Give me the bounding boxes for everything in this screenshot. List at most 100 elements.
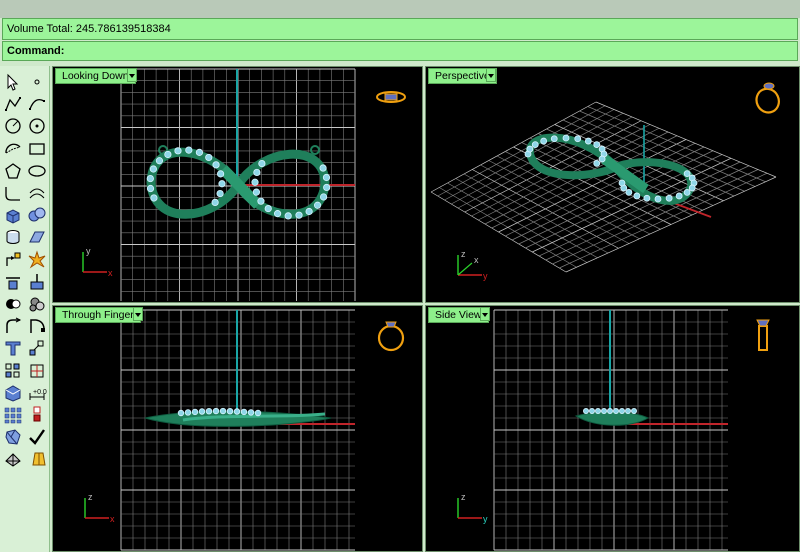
viewport-title-looking-down[interactable]: Looking Down <box>55 68 136 84</box>
check-icon <box>29 429 45 446</box>
chamfer-tool-button[interactable] <box>26 315 48 337</box>
ring-perspective-icon <box>755 82 780 114</box>
transform-tool-button[interactable] <box>2 249 24 271</box>
rectangle-icon <box>29 142 45 155</box>
box-tool-button[interactable] <box>2 204 24 226</box>
axis-label-depth: x <box>474 255 479 265</box>
trim-tool-button[interactable] <box>2 271 24 293</box>
text-tool-button[interactable] <box>2 337 24 359</box>
viewport-menu-dropdown[interactable] <box>133 307 143 321</box>
tool-palette: +0.0 <box>0 66 50 552</box>
gem-icon <box>5 429 21 445</box>
trim-icon <box>6 277 20 290</box>
polygon-tool-button[interactable] <box>2 160 24 182</box>
rectangle-tool-button[interactable] <box>26 138 48 160</box>
axis-label-horizontal: x <box>108 268 113 278</box>
arc-icon <box>5 143 21 154</box>
perspective-scene: z yx <box>430 82 780 281</box>
surface-tool-button[interactable] <box>26 226 48 248</box>
grid-array-tool-button[interactable] <box>2 404 24 426</box>
ring-front-view-icon <box>377 321 405 352</box>
split-tool-button[interactable] <box>26 271 48 293</box>
axis-label-vertical: y <box>86 246 91 256</box>
cylinder-icon <box>6 230 20 245</box>
point-tool-button[interactable] <box>26 71 48 93</box>
circle-tool-button[interactable] <box>2 115 24 137</box>
point-icon <box>34 79 40 85</box>
svg-text:+0.0: +0.0 <box>33 389 47 396</box>
cylinder-tool-button[interactable] <box>2 226 24 248</box>
ellipse-icon <box>28 165 46 177</box>
mesh-icon <box>5 453 21 468</box>
grid-array-icon <box>4 407 22 424</box>
explode-tool-button[interactable] <box>26 249 48 271</box>
curve-tool-button[interactable] <box>26 93 48 115</box>
fillet-curve-icon <box>5 187 20 201</box>
axis-triad: z yx <box>457 249 488 281</box>
boolean-difference-icon <box>29 297 45 312</box>
ellipse-tool-button[interactable] <box>26 160 48 182</box>
gem-tool-button[interactable] <box>2 426 24 448</box>
boolean-union-tool-button[interactable] <box>2 293 24 315</box>
title-bar <box>0 0 800 18</box>
axis-label-horizontal: x <box>110 514 115 524</box>
viewport-side-view[interactable]: Side View zy <box>425 305 800 552</box>
chamfer-icon <box>30 319 45 334</box>
dimension-tool-button[interactable]: +0.0 <box>26 382 48 404</box>
command-history: Volume Total: 245.786139518384 <box>2 18 798 40</box>
arc-tool-button[interactable] <box>2 138 24 160</box>
surface-icon <box>29 231 45 243</box>
viewport-menu-dropdown[interactable] <box>486 68 496 82</box>
point-snap-icon <box>29 340 44 356</box>
fillet-edge-tool-button[interactable] <box>2 315 24 337</box>
layer-tool-button[interactable] <box>26 404 48 426</box>
axis-label-horizontal: y <box>483 514 488 524</box>
polygon-icon <box>5 162 21 179</box>
fillet-curve-tool-button[interactable] <box>2 182 24 204</box>
select-arrow-icon <box>7 73 19 91</box>
check-tool-button[interactable] <box>26 426 48 448</box>
command-line[interactable]: Command: <box>2 41 798 61</box>
box-icon <box>6 209 20 224</box>
boolean-union-icon <box>6 299 21 309</box>
ring-top-view-icon <box>376 91 406 103</box>
infinity-pendant-model <box>525 133 696 205</box>
ring-side-view-icon <box>756 319 770 351</box>
axis-label-vertical: z <box>461 249 466 259</box>
history-text: Volume Total: 245.786139518384 <box>7 23 171 35</box>
gumball-icon <box>30 364 44 378</box>
offset-curve-tool-button[interactable] <box>26 182 48 204</box>
sphere-tool-button[interactable] <box>26 204 48 226</box>
select-arrow-tool-button[interactable] <box>2 71 24 93</box>
polyline-tool-button[interactable] <box>2 93 24 115</box>
split-icon <box>30 273 44 290</box>
text-icon <box>5 341 21 356</box>
sphere-icon <box>28 207 46 222</box>
gem-stones <box>582 408 637 415</box>
point-snap-tool-button[interactable] <box>26 337 48 359</box>
viewport-menu-dropdown[interactable] <box>480 307 490 321</box>
array-tool-button[interactable] <box>2 360 24 382</box>
layer-icon <box>33 406 41 422</box>
command-prompt-label: Command: <box>7 45 65 57</box>
light-tool-button[interactable] <box>26 448 48 470</box>
mesh-tool-button[interactable] <box>2 448 24 470</box>
viewport-title-through-finger[interactable]: Through Finger <box>55 307 141 323</box>
dimension-icon: +0.0 <box>29 389 47 400</box>
transform-icon <box>6 252 21 266</box>
viewport-perspective[interactable]: Perspective zyx <box>425 66 800 303</box>
viewport-menu-dropdown[interactable] <box>127 68 137 82</box>
light-icon <box>32 452 46 466</box>
offset-curve-icon <box>29 188 45 199</box>
circle-center-tool-button[interactable] <box>26 115 48 137</box>
array-icon <box>5 363 20 378</box>
viewport-looking-down[interactable]: Looking Down y x <box>52 66 423 303</box>
axis-label-vertical: z <box>88 492 93 502</box>
viewport-through-finger[interactable]: Through Finger zx <box>52 305 423 552</box>
axis-triad: zx <box>84 492 115 524</box>
gumball-tool-button[interactable] <box>26 360 48 382</box>
through-finger-scene: zx <box>84 309 405 551</box>
render-tool-button[interactable] <box>2 382 24 404</box>
boolean-difference-tool-button[interactable] <box>26 293 48 315</box>
circle-center-icon <box>29 118 45 135</box>
